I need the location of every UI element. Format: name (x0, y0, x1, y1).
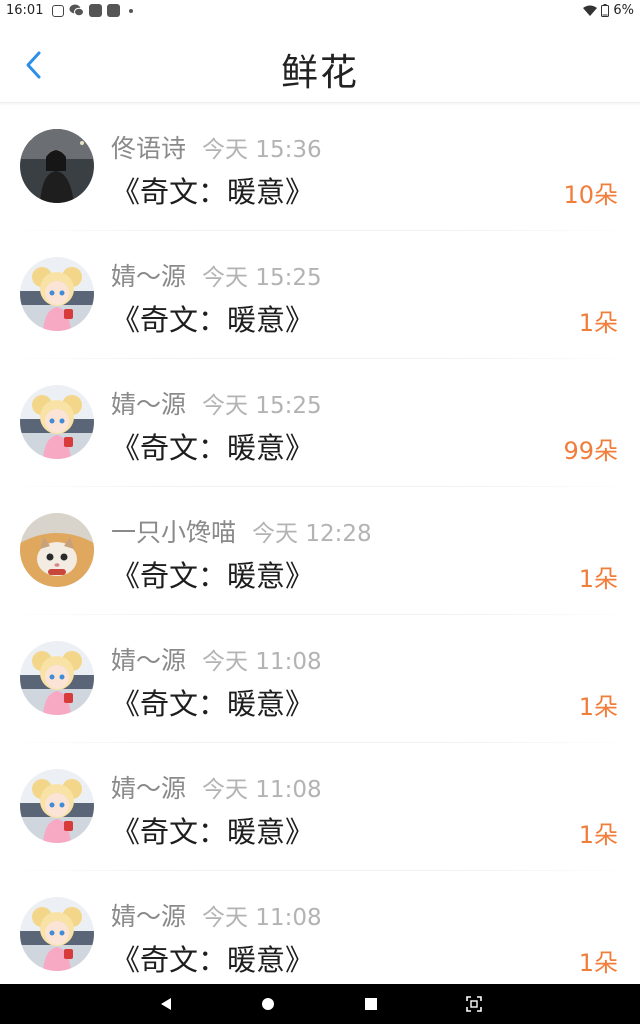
nav-recents-button[interactable] (361, 994, 381, 1014)
book-title: 《奇文：暖意》 (111, 303, 315, 337)
back-triangle-icon (161, 998, 171, 1010)
avatar[interactable] (20, 513, 94, 587)
nav-back-button[interactable] (156, 994, 176, 1014)
photo-avatar-icon (20, 129, 94, 203)
page-title: 鲜花 (281, 51, 359, 94)
flower-count: 1朵 (578, 693, 618, 721)
sender-name: 婧～源 今天 11:08 (111, 897, 322, 933)
status-icons (52, 4, 133, 17)
send-time: 今天 15:36 (202, 137, 322, 163)
nav-screenshot-button[interactable] (464, 994, 484, 1014)
list-item[interactable]: 一只小馋喵 今天 12:28 《奇文：暖意》 1朵 (0, 487, 640, 615)
flower-count: 1朵 (578, 949, 618, 977)
nav-home-button[interactable] (258, 994, 278, 1014)
recents-square-icon (365, 998, 377, 1010)
sender-name-text: 婧～源 (111, 902, 187, 931)
sender-name-text: 婧～源 (111, 262, 187, 291)
list-item[interactable]: 婧～源 今天 15:25 《奇文：暖意》 99朵 (0, 359, 640, 487)
wifi-icon (583, 5, 598, 16)
book-title: 《奇文：暖意》 (111, 815, 315, 849)
screenshot-icon (466, 996, 482, 1012)
status-right: 6% (583, 3, 634, 18)
sender-name: 佟语诗 今天 15:36 (111, 129, 322, 165)
avatar[interactable] (20, 385, 94, 459)
avatar[interactable] (20, 129, 94, 203)
sender-name: 一只小馋喵 今天 12:28 (111, 513, 372, 549)
list-item[interactable]: 婧～源 今天 11:08 《奇文：暖意》 1朵 (0, 615, 640, 743)
list-item[interactable]: 婧～源 今天 11:08 《奇文：暖意》 1朵 (0, 743, 640, 871)
dot-icon (129, 8, 133, 13)
avatar[interactable] (20, 641, 94, 715)
sender-name-text: 一只小馋喵 (111, 518, 237, 547)
book-title: 《奇文：暖意》 (111, 687, 315, 721)
anime-avatar-icon (20, 641, 94, 715)
sender-name: 婧～源 今天 11:08 (111, 641, 322, 677)
send-time: 今天 15:25 (202, 393, 322, 419)
home-circle-icon (262, 998, 274, 1010)
notification-icon (52, 4, 64, 17)
send-time: 今天 15:25 (202, 265, 322, 291)
avatar[interactable] (20, 769, 94, 843)
book-title: 《奇文：暖意》 (111, 559, 315, 593)
wechat-icon (69, 4, 84, 17)
navigation-bar (0, 984, 640, 1024)
book-title: 《奇文：暖意》 (111, 431, 315, 465)
sender-name: 婧～源 今天 15:25 (111, 257, 322, 293)
flower-count: 10朵 (563, 181, 618, 209)
anime-avatar-icon (20, 769, 94, 843)
book-title: 《奇文：暖意》 (111, 943, 315, 977)
send-time: 今天 12:28 (252, 521, 372, 547)
list-item[interactable]: 佟语诗 今天 15:36 《奇文：暖意》 10朵 (0, 103, 640, 231)
flower-count: 1朵 (578, 565, 618, 593)
sender-name-text: 婧～源 (111, 646, 187, 675)
sender-name: 婧～源 今天 11:08 (111, 769, 322, 805)
list-item[interactable]: 婧～源 今天 15:25 《奇文：暖意》 1朵 (0, 231, 640, 359)
app-icon (89, 4, 102, 17)
avatar[interactable] (20, 257, 94, 331)
sender-name-text: 佟语诗 (111, 134, 187, 163)
list-item[interactable]: 婧～源 今天 11:08 《奇文：暖意》 1朵 (0, 871, 640, 999)
battery-icon (601, 4, 610, 17)
anime-avatar-icon (20, 897, 94, 971)
status-time: 16:01 (6, 3, 44, 18)
flower-count: 1朵 (578, 821, 618, 849)
avatar[interactable] (20, 897, 94, 971)
flower-list: 佟语诗 今天 15:36 《奇文：暖意》 10朵 婧～源 今天 15:25 《奇… (0, 103, 640, 999)
cat-avatar-icon (20, 513, 94, 587)
app-icon (107, 4, 120, 17)
battery-percent: 6% (613, 3, 634, 18)
send-time: 今天 11:08 (202, 649, 322, 675)
flower-count: 1朵 (578, 309, 618, 337)
status-bar: 16:01 6% (0, 0, 640, 22)
header: 鲜花 (0, 22, 640, 103)
send-time: 今天 11:08 (202, 777, 322, 803)
anime-avatar-icon (20, 385, 94, 459)
sender-name: 婧～源 今天 15:25 (111, 385, 322, 421)
sender-name-text: 婧～源 (111, 774, 187, 803)
send-time: 今天 11:08 (202, 905, 322, 931)
anime-avatar-icon (20, 257, 94, 331)
flower-count: 99朵 (563, 437, 618, 465)
book-title: 《奇文：暖意》 (111, 175, 315, 209)
sender-name-text: 婧～源 (111, 390, 187, 419)
